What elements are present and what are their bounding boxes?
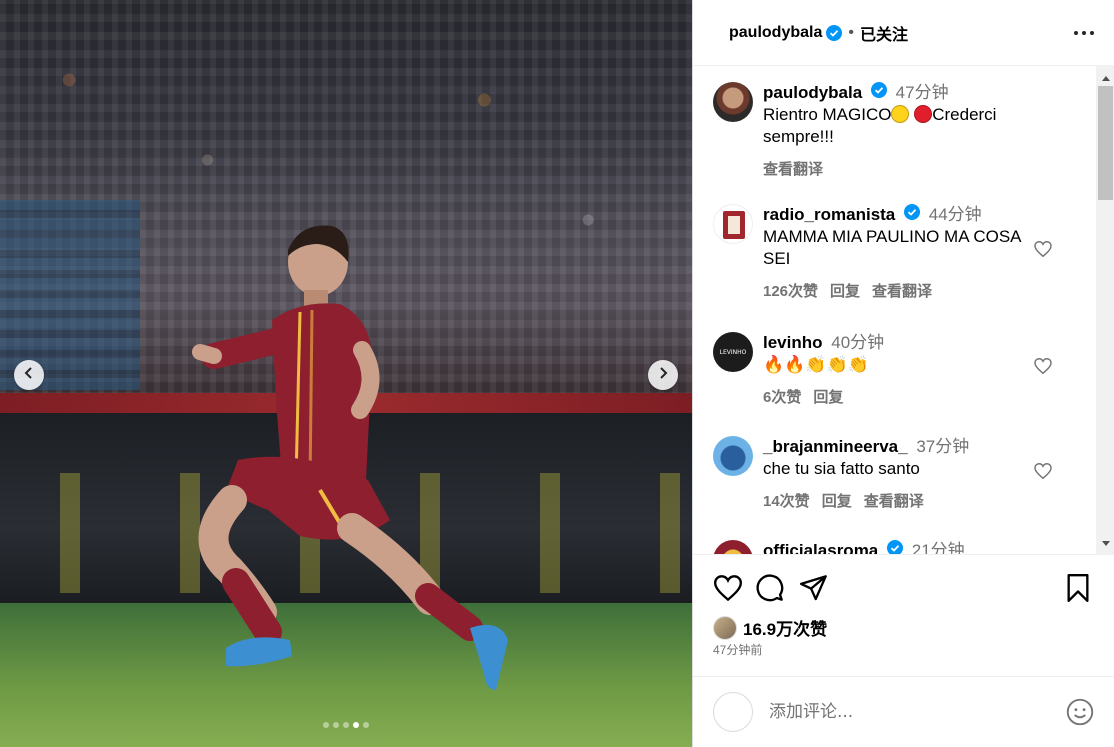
- comment-likes[interactable]: 6次赞: [763, 386, 801, 407]
- comment-username[interactable]: levinho: [763, 333, 823, 352]
- comment-time: 21分钟: [911, 541, 965, 554]
- carousel-indicator: [0, 722, 692, 728]
- reply-button[interactable]: 回复: [813, 386, 843, 407]
- comment-text: MAMMA MIA PAULINO MA COSA SEI: [763, 227, 1021, 268]
- post-timestamp: 47分钟前: [713, 643, 763, 657]
- likes-summary[interactable]: 16.9万次赞: [713, 615, 827, 640]
- caption-text: Rientro MAGICO Crederci sempre!!!: [763, 104, 1033, 148]
- verified-icon: [870, 82, 887, 98]
- chevron-left-icon: [23, 366, 35, 384]
- see-translation-link[interactable]: 查看翻译: [763, 158, 823, 179]
- carousel-dot: [363, 722, 369, 728]
- emoji-icon[interactable]: [1065, 697, 1095, 727]
- reply-button[interactable]: 回复: [822, 490, 852, 511]
- following-button[interactable]: 已关注: [860, 21, 908, 45]
- heart-icon[interactable]: [1031, 459, 1055, 483]
- yellow-circle-icon: [891, 105, 910, 123]
- see-translation-link[interactable]: 查看翻译: [872, 280, 932, 301]
- comment-likes[interactable]: 14次赞: [763, 490, 810, 511]
- comment-time: 40分钟: [831, 333, 885, 352]
- more-icon[interactable]: [1070, 19, 1098, 47]
- carousel-prev-button[interactable]: [14, 360, 44, 390]
- reply-button[interactable]: 回复: [830, 280, 860, 301]
- author-username[interactable]: paulodybala: [729, 24, 822, 42]
- comment-time: 44分钟: [928, 205, 982, 224]
- avatar-label: LEVINHO: [719, 348, 747, 356]
- caption-username[interactable]: paulodybala: [763, 83, 862, 102]
- scroll-down-arrow-icon[interactable]: [1102, 541, 1110, 546]
- carousel-next-button[interactable]: [648, 360, 678, 390]
- likes-count[interactable]: 16.9万次赞: [743, 615, 827, 640]
- avatar[interactable]: [713, 82, 753, 122]
- scroll-up-arrow-icon[interactable]: [1102, 76, 1110, 81]
- liker-avatar: [713, 615, 737, 640]
- comment-time: 37分钟: [916, 437, 970, 456]
- avatar[interactable]: LEVINHO: [713, 332, 753, 372]
- carousel-dot: [333, 722, 339, 728]
- post-header: paulodybala • 已关注: [693, 0, 1114, 66]
- caption: paulodybala 47分钟 Rientro MAGICO Crederci…: [713, 82, 1089, 179]
- post-sidebar: paulodybala • 已关注 paulodybala 47分钟 Rient…: [692, 0, 1114, 747]
- comment-username[interactable]: officialasroma: [763, 541, 878, 554]
- comments-list[interactable]: paulodybala 47分钟 Rientro MAGICO Crederci…: [693, 66, 1096, 554]
- red-circle-icon: [914, 105, 933, 123]
- comment-item: officialasroma 21分钟: [713, 540, 1089, 554]
- avatar[interactable]: [713, 436, 753, 476]
- comment-icon[interactable]: [755, 573, 785, 603]
- verified-icon: [904, 204, 920, 220]
- scrollbar-thumb[interactable]: [1098, 86, 1113, 200]
- verified-icon: [826, 24, 843, 41]
- comment-username[interactable]: _brajanmineerva_: [763, 437, 908, 456]
- verified-icon: [887, 540, 903, 554]
- caption-text-part: Rientro MAGICO: [763, 105, 892, 124]
- separator: •: [848, 23, 854, 41]
- heart-icon[interactable]: [713, 573, 743, 603]
- add-comment-bar: [693, 676, 1114, 747]
- comment-input[interactable]: [769, 702, 1065, 722]
- heart-icon[interactable]: [1031, 237, 1055, 261]
- heart-icon[interactable]: [1031, 354, 1055, 378]
- carousel-dot: [343, 722, 349, 728]
- avatar[interactable]: [713, 540, 753, 554]
- comment-text: 🔥🔥👏👏👏: [763, 355, 869, 375]
- bookmark-icon[interactable]: [1063, 573, 1093, 603]
- comments-scrollbar[interactable]: [1096, 66, 1114, 554]
- carousel-dot-active: [353, 722, 359, 728]
- comment-likes[interactable]: 126次赞: [763, 280, 818, 301]
- comment-username[interactable]: radio_romanista: [763, 205, 895, 224]
- caption-time: 47分钟: [895, 83, 949, 102]
- action-bar: 16.9万次赞 47分钟前: [693, 554, 1114, 657]
- share-icon[interactable]: [799, 573, 829, 603]
- carousel-dot: [323, 722, 329, 728]
- see-translation-link[interactable]: 查看翻译: [864, 490, 924, 511]
- post-photo[interactable]: [0, 0, 692, 747]
- football-player: [192, 225, 508, 690]
- current-user-avatar: [713, 692, 753, 732]
- avatar[interactable]: [713, 204, 753, 244]
- comment-text: che tu sia fatto santo: [763, 459, 920, 478]
- chevron-right-icon: [657, 366, 669, 384]
